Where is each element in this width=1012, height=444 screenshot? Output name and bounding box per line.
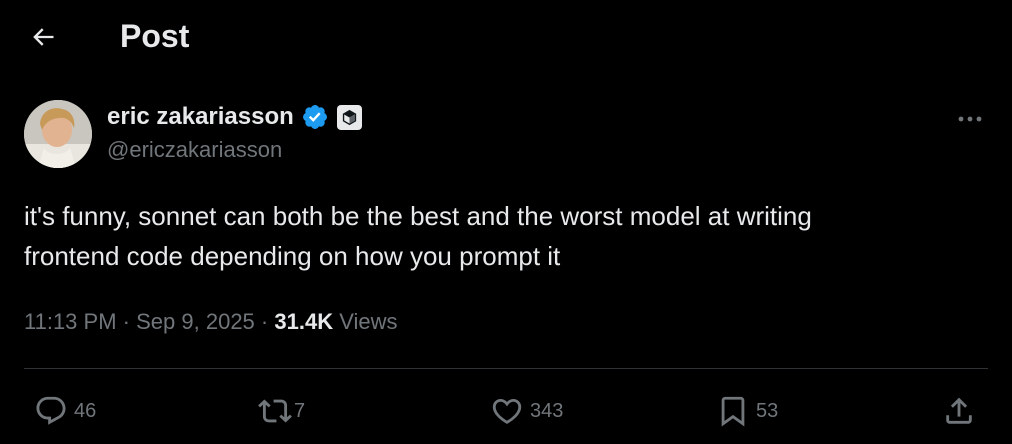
- post-date[interactable]: Sep 9, 2025: [136, 309, 255, 334]
- author-block: eric zakariasson @ericzakariasson: [107, 100, 362, 166]
- divider: [24, 368, 988, 369]
- arrow-left-icon: [33, 28, 54, 46]
- more-options-button[interactable]: [950, 104, 990, 134]
- post-meta: 11:13 PM · Sep 9, 2025 · 31.4K Views: [24, 306, 398, 338]
- reply-icon: [36, 396, 66, 425]
- bookmark-icon: [721, 396, 745, 427]
- repost-icon: [258, 399, 292, 423]
- views-label: Views: [339, 309, 398, 334]
- share-icon: [946, 397, 972, 424]
- meta-separator: ·: [260, 309, 269, 334]
- like-count: 343: [530, 399, 564, 422]
- like-button[interactable]: 343: [490, 388, 563, 434]
- post-header: Post: [0, 0, 1012, 72]
- views-count: 31.4K: [274, 309, 334, 334]
- author-name-row: eric zakariasson: [107, 100, 362, 134]
- affiliate-badge[interactable]: [336, 104, 362, 130]
- reply-button[interactable]: 46: [34, 388, 96, 434]
- bookmark-button[interactable]: 53: [716, 388, 778, 434]
- action-bar: 46 7 343 53: [0, 388, 1012, 434]
- repost-count: 7: [294, 399, 306, 422]
- heart-icon: [492, 398, 522, 424]
- post-text: it's funny, sonnet can both be the best …: [24, 201, 812, 271]
- back-button[interactable]: [26, 20, 60, 54]
- page-title: Post: [120, 18, 190, 54]
- author-display-name[interactable]: eric zakariasson: [107, 103, 294, 131]
- share-button[interactable]: [942, 388, 976, 434]
- more-dots-icon: [958, 116, 982, 122]
- verified-badge-icon[interactable]: [301, 103, 329, 131]
- avatar[interactable]: [24, 100, 92, 168]
- reply-count: 46: [74, 399, 97, 422]
- meta-separator: ·: [122, 309, 130, 334]
- cursor-logo-icon: [342, 109, 356, 125]
- avatar-image: [24, 100, 92, 168]
- post-time[interactable]: 11:13 PM: [24, 309, 117, 334]
- author-handle[interactable]: @ericzakariasson: [107, 134, 362, 166]
- repost-button[interactable]: 7: [258, 388, 305, 434]
- bookmark-count: 53: [756, 399, 779, 422]
